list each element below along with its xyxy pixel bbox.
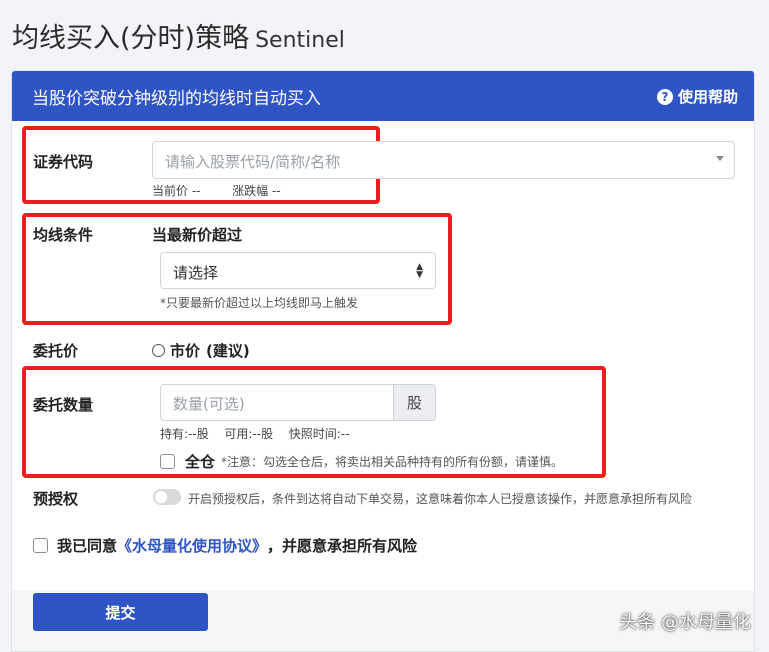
agreement-checkbox[interactable] (33, 538, 48, 553)
holdings-label: 持有: (160, 427, 189, 441)
security-label: 证券代码 (33, 153, 94, 171)
submit-button[interactable]: 提交 (33, 593, 208, 631)
ma-condition-select-value: 请选择 (173, 264, 219, 282)
holdings-value: --股 (188, 427, 209, 441)
agreement-link[interactable]: 《水母量化使用协议》 (117, 535, 267, 556)
available-value: --股 (252, 427, 274, 441)
help-link[interactable]: ? 使用帮助 (656, 86, 738, 107)
order-price-label: 委托价 (33, 342, 79, 360)
question-circle-icon: ? (656, 88, 673, 105)
ma-condition-hint: *只要最新价超过以上均线即马上触发 (160, 296, 359, 310)
watermark: 头条 @水母量化 (619, 612, 751, 633)
full-position-note: *注意：勾选全仓后，将卖出相关品种持有的所有份额，请谨慎。 (221, 455, 564, 469)
market-price-note: (建议) (206, 342, 250, 360)
preauth-toggle[interactable] (153, 489, 181, 505)
snapshot-label: 快照时间: (288, 427, 341, 441)
agreement-row: 我已同意 《水母量化使用协议》 ，并愿意承担所有风险 (33, 535, 417, 556)
page-title: 均线买入(分时)策略 Sentinel (12, 16, 345, 55)
change-label: 涨跌幅 (232, 184, 269, 198)
full-position-checkbox[interactable] (160, 454, 175, 469)
quantity-label: 委托数量 (33, 396, 94, 414)
current-price-readout: 当前价 -- 涨跌幅 -- (152, 182, 281, 199)
radio-icon (152, 344, 165, 357)
change-value: -- (272, 184, 281, 198)
quantity-input[interactable]: 数量(可选) (173, 393, 245, 414)
full-position-row: 全仓 *注意：勾选全仓后，将卖出相关品种持有的所有份额，请谨慎。 (160, 451, 563, 472)
preauth-label: 预授权 (33, 490, 79, 508)
ma-condition-select[interactable]: 请选择 ▲ ▼ (160, 252, 436, 289)
current-price-value: -- (191, 184, 201, 198)
security-search-placeholder: 请输入股票代码/简称/名称 (165, 153, 341, 171)
banner-description: 当股价突破分钟级别的均线时自动买入 (32, 89, 321, 109)
toggle-knob (155, 491, 167, 503)
strategy-form-card: 当股价突破分钟级别的均线时自动买入 ? 使用帮助 证券代码 请输入股票代码/简称… (11, 70, 755, 652)
page-subtitle: Sentinel (255, 28, 345, 53)
help-label: 使用帮助 (677, 88, 738, 106)
available-label: 可用: (224, 427, 253, 441)
full-position-label: 全仓 (185, 453, 216, 471)
security-search-input[interactable]: 请输入股票代码/简称/名称 (152, 141, 735, 179)
preauth-description: 开启预授权后，条件到达将自动下单交易，这意味着你本人已授意该操作，并愿意承担所有… (188, 492, 693, 506)
agreement-prefix: 我已同意 (57, 537, 118, 555)
market-price-radio[interactable]: 市价 (建议) (152, 340, 250, 361)
select-arrows-icon: ▲ ▼ (416, 262, 423, 280)
ma-condition-sublabel: 当最新价超过 (152, 226, 243, 244)
form-banner: 当股价突破分钟级别的均线时自动买入 ? 使用帮助 (12, 71, 754, 121)
position-info: 持有:--股 可用:--股 快照时间:-- (160, 425, 349, 442)
market-price-label: 市价 (170, 342, 201, 360)
quantity-unit-addon: 股 (393, 385, 435, 420)
current-price-label: 当前价 (152, 184, 189, 198)
ma-condition-label: 均线条件 (33, 226, 94, 244)
snapshot-value: -- (340, 427, 350, 441)
agreement-suffix: ，并愿意承担所有风险 (267, 537, 418, 555)
caret-down-icon (716, 156, 724, 161)
quantity-input-group: 数量(可选) 股 (160, 384, 436, 421)
page-title-text: 均线买入(分时)策略 (12, 23, 250, 54)
